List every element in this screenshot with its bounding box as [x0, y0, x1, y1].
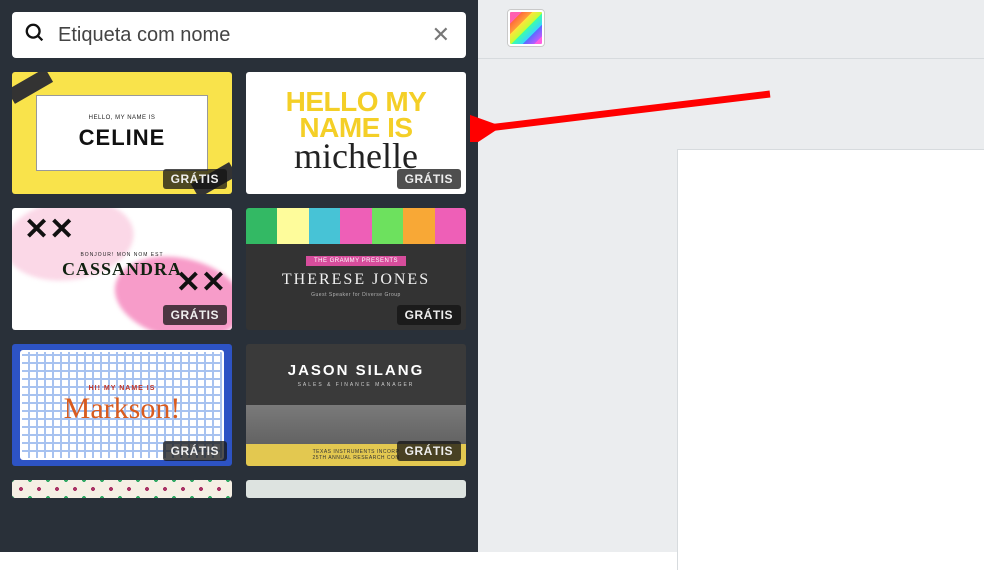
- template-footer-line: 25TH ANNUAL RESEARCH CON: [312, 455, 399, 461]
- free-badge: GRÁTIS: [397, 305, 461, 325]
- free-badge: GRÁTIS: [397, 169, 461, 189]
- template-title: CASSANDRA: [62, 259, 182, 280]
- canvas-area: [478, 0, 984, 552]
- template-subtitle: HELLO, MY NAME IS: [89, 115, 156, 121]
- free-badge: GRÁTIS: [163, 169, 227, 189]
- template-title: Markson!: [64, 392, 181, 426]
- canvas-page[interactable]: [678, 150, 984, 570]
- template-card[interactable]: THE GRAMMY PRESENTS THERESE JONES Guest …: [246, 208, 466, 330]
- decorative-pattern: [12, 480, 232, 498]
- template-tag: THE GRAMMY PRESENTS: [306, 256, 406, 266]
- template-card[interactable]: [246, 480, 466, 498]
- clear-search-icon[interactable]: ✕: [428, 22, 454, 48]
- template-subtitle: Guest Speaker for Diverse Group: [311, 292, 401, 298]
- search-icon: [24, 22, 46, 49]
- template-card[interactable]: ✕✕ ✕✕ BONJOUR! MON NOM EST CASSANDRA GRÁ…: [12, 208, 232, 330]
- search-input[interactable]: [58, 24, 428, 47]
- template-title: CELINE: [79, 125, 166, 151]
- template-card[interactable]: HELLO MY NAME IS michelle GRÁTIS: [246, 72, 466, 194]
- decorative-stripes: [246, 208, 466, 244]
- toolbar-divider: [478, 58, 984, 59]
- template-card[interactable]: JASON SILANG SALES & FINANCE MANAGER TEX…: [246, 344, 466, 466]
- decorative-x: ✕✕: [176, 265, 226, 300]
- template-card[interactable]: HI! MY NAME IS Markson! GRÁTIS: [12, 344, 232, 466]
- color-picker-button[interactable]: [508, 10, 544, 46]
- free-badge: GRÁTIS: [163, 441, 227, 461]
- template-title: JASON SILANG: [288, 362, 425, 379]
- template-sidebar: ✕ HELLO, MY NAME IS CELINE GRÁTIS HELLO …: [0, 0, 478, 552]
- template-grid: HELLO, MY NAME IS CELINE GRÁTIS HELLO MY…: [12, 72, 466, 498]
- template-card[interactable]: [12, 480, 232, 498]
- template-title: THERESE JONES: [282, 271, 430, 289]
- free-badge: GRÁTIS: [163, 305, 227, 325]
- template-card[interactable]: HELLO, MY NAME IS CELINE GRÁTIS: [12, 72, 232, 194]
- template-role: SALES & FINANCE MANAGER: [298, 382, 415, 388]
- template-subtitle: BONJOUR! MON NOM EST: [80, 252, 163, 258]
- decorative-x: ✕✕: [24, 212, 74, 247]
- free-badge: GRÁTIS: [397, 441, 461, 461]
- search-bar: ✕: [12, 12, 466, 58]
- template-subtitle: HI! MY NAME IS: [64, 385, 181, 392]
- template-heading: HELLO MY NAME IS: [286, 89, 427, 141]
